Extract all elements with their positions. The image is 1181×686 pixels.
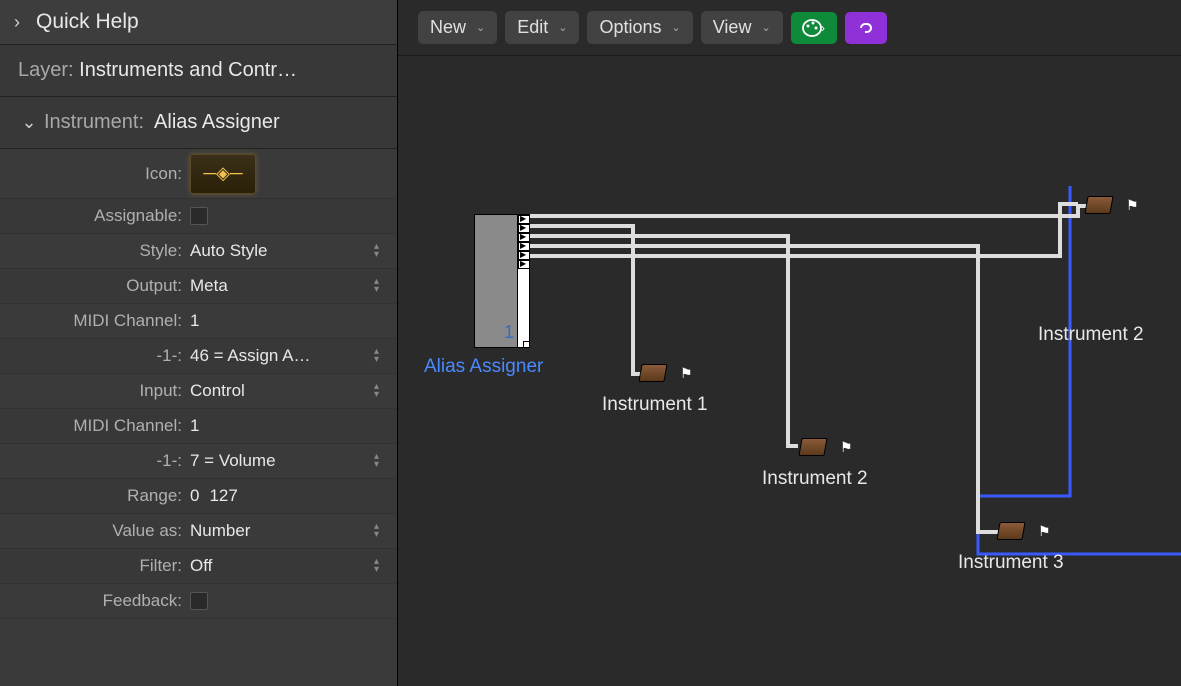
feedback-checkbox[interactable]: [190, 592, 208, 610]
valueas-stepper[interactable]: ▴▾: [374, 523, 379, 539]
alias-assigner-label[interactable]: Alias Assigner: [424, 356, 543, 378]
assignable-checkbox[interactable]: [190, 207, 208, 225]
instrument-node[interactable]: ⚑: [640, 364, 693, 382]
input-value[interactable]: Control: [190, 381, 245, 401]
neg1b-value[interactable]: 7 = Volume: [190, 451, 276, 471]
fader-icon: ─◈─: [203, 163, 242, 184]
instrument-node[interactable]: ⚑: [1086, 196, 1139, 214]
prop-style-label: Style:: [14, 241, 190, 261]
instrument-node[interactable]: ⚑: [800, 438, 853, 456]
prop-feedback-label: Feedback:: [14, 591, 190, 611]
range-min[interactable]: 0: [190, 486, 199, 506]
prop-output-row: Output: Meta ▴▾: [0, 269, 397, 304]
environment-canvas[interactable]: 1 Alias Assigner ⚑ Instrument 1 ⚑ Instru…: [398, 56, 1181, 686]
quick-help-header[interactable]: › Quick Help: [0, 0, 397, 45]
neg1a-value[interactable]: 46 = Assign A…: [190, 346, 311, 366]
caret-down-icon: ⌄: [476, 21, 485, 34]
prop-icon-label: Icon:: [14, 164, 190, 184]
svg-text:›: ›: [821, 21, 825, 35]
prop-style-row: Style: Auto Style ▴▾: [0, 234, 397, 269]
instrument-icon: [1084, 196, 1113, 214]
filter-stepper[interactable]: ▴▾: [374, 558, 379, 574]
alias-assigner-object[interactable]: 1: [474, 214, 530, 348]
midi2-value[interactable]: 1: [190, 416, 199, 436]
object-number: 1: [504, 322, 514, 343]
main-area: New⌄ Edit⌄ Options⌄ View⌄ › 1: [398, 0, 1181, 686]
prop-icon-row: Icon: ─◈─: [0, 149, 397, 199]
flag-icon: ⚑: [680, 365, 693, 382]
flag-icon: ⚑: [1126, 197, 1139, 214]
color-button[interactable]: ›: [791, 12, 837, 44]
prop-neg1a-row: -1-: 46 = Assign A… ▴▾: [0, 339, 397, 374]
midi1-value[interactable]: 1: [190, 311, 199, 331]
palette-icon: ›: [801, 18, 827, 38]
instrument-label[interactable]: Instrument 2: [762, 468, 868, 490]
neg1a-stepper[interactable]: ▴▾: [374, 348, 379, 364]
layer-label: Layer:: [18, 59, 74, 81]
link-icon: [855, 18, 877, 38]
chevron-down-icon: ⌄: [14, 112, 44, 133]
instrument-node[interactable]: ⚑: [998, 522, 1051, 540]
instrument-icon: [996, 522, 1025, 540]
properties-panel: Icon: ─◈─ Assignable: Style: Auto Style …: [0, 149, 397, 686]
icon-selector[interactable]: ─◈─: [190, 154, 256, 194]
prop-feedback-row: Feedback:: [0, 584, 397, 619]
valueas-value[interactable]: Number: [190, 521, 250, 541]
prop-midi1-row: MIDI Channel: 1: [0, 304, 397, 339]
output-value[interactable]: Meta: [190, 276, 228, 296]
flag-icon: ⚑: [1038, 523, 1051, 540]
resize-handle[interactable]: [523, 341, 530, 348]
filter-value[interactable]: Off: [190, 556, 212, 576]
prop-valueas-label: Value as:: [14, 521, 190, 541]
inspector-sidebar: › Quick Help Layer: Instruments and Cont…: [0, 0, 398, 686]
edit-menu[interactable]: Edit⌄: [505, 11, 579, 44]
style-stepper[interactable]: ▴▾: [374, 243, 379, 259]
prop-valueas-row: Value as: Number ▴▾: [0, 514, 397, 549]
prop-input-row: Input: Control ▴▾: [0, 374, 397, 409]
new-menu[interactable]: New⌄: [418, 11, 497, 44]
layer-row[interactable]: Layer: Instruments and Contr…: [0, 45, 397, 97]
instrument-header[interactable]: ⌄ Instrument: Alias Assigner: [0, 97, 397, 149]
layer-value: Instruments and Contr…: [79, 59, 297, 81]
prop-range-row: Range: 0 127: [0, 479, 397, 514]
neg1b-stepper[interactable]: ▴▾: [374, 453, 379, 469]
range-max[interactable]: 127: [209, 486, 237, 506]
options-menu[interactable]: Options⌄: [587, 11, 692, 44]
instrument-value: Alias Assigner: [154, 111, 280, 134]
style-value[interactable]: Auto Style: [190, 241, 268, 261]
instrument-icon: [798, 438, 827, 456]
prop-input-label: Input:: [14, 381, 190, 401]
link-button[interactable]: [845, 12, 887, 44]
output-port[interactable]: [518, 260, 530, 269]
prop-range-label: Range:: [14, 486, 190, 506]
prop-assignable-label: Assignable:: [14, 206, 190, 226]
instrument-label[interactable]: Instrument 1: [602, 394, 708, 416]
prop-midi1-label: MIDI Channel:: [14, 311, 190, 331]
prop-filter-label: Filter:: [14, 556, 190, 576]
prop-neg1b-label: -1-:: [14, 451, 190, 471]
prop-midi2-label: MIDI Channel:: [14, 416, 190, 436]
instrument-label[interactable]: Instrument 2: [1038, 324, 1144, 346]
instrument-label[interactable]: Instrument 3: [958, 552, 1064, 574]
instrument-icon: [638, 364, 667, 382]
chevron-right-icon: ›: [14, 12, 36, 33]
input-stepper[interactable]: ▴▾: [374, 383, 379, 399]
prop-output-label: Output:: [14, 276, 190, 296]
flag-icon: ⚑: [840, 439, 853, 456]
caret-down-icon: ⌄: [761, 21, 770, 34]
output-stepper[interactable]: ▴▾: [374, 278, 379, 294]
prop-neg1a-label: -1-:: [14, 346, 190, 366]
caret-down-icon: ⌄: [672, 21, 681, 34]
view-menu[interactable]: View⌄: [701, 11, 783, 44]
prop-assignable-row: Assignable:: [0, 199, 397, 234]
caret-down-icon: ⌄: [558, 21, 567, 34]
prop-midi2-row: MIDI Channel: 1: [0, 409, 397, 444]
prop-neg1b-row: -1-: 7 = Volume ▴▾: [0, 444, 397, 479]
prop-filter-row: Filter: Off ▴▾: [0, 549, 397, 584]
quick-help-title: Quick Help: [36, 10, 139, 34]
toolbar: New⌄ Edit⌄ Options⌄ View⌄ ›: [398, 0, 1181, 56]
instrument-label: Instrument:: [44, 111, 144, 134]
